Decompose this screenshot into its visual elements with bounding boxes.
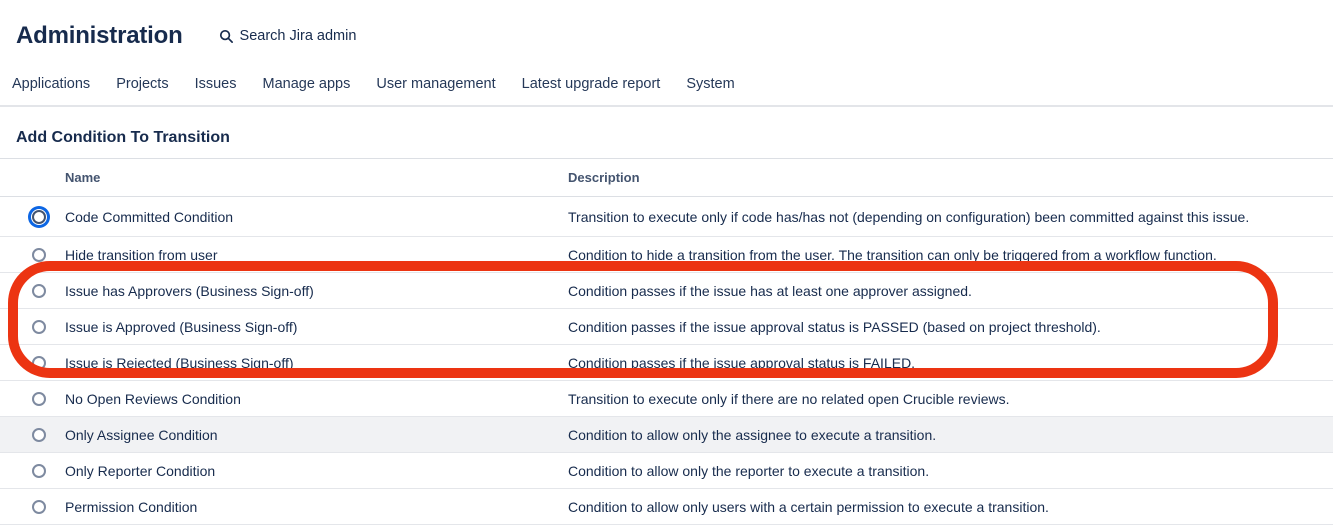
table-row[interactable]: No Open Reviews Condition Transition to … (0, 381, 1333, 417)
nav-item-latest-upgrade-report[interactable]: Latest upgrade report (522, 76, 661, 92)
condition-description: Condition passes if the issue approval s… (568, 318, 1101, 335)
condition-radio-button[interactable] (32, 427, 46, 442)
radio-cell (0, 427, 65, 442)
conditions-table-body: Code Committed Condition Transition to e… (0, 197, 1333, 525)
radio-cell (0, 247, 65, 262)
condition-description: Condition to allow only users with a cer… (568, 498, 1049, 515)
table-row[interactable]: Issue is Approved (Business Sign-off) Co… (0, 309, 1333, 345)
radio-cell (0, 355, 65, 370)
nav-item-issues[interactable]: Issues (195, 76, 237, 92)
condition-description: Condition passes if the issue has at lea… (568, 282, 972, 299)
table-row[interactable]: Hide transition from user Condition to h… (0, 237, 1333, 273)
condition-name: No Open Reviews Condition (65, 390, 241, 407)
table-row[interactable]: Issue is Rejected (Business Sign-off) Co… (0, 345, 1333, 381)
condition-name: Issue is Approved (Business Sign-off) (65, 318, 298, 335)
nav-item-user-management[interactable]: User management (376, 76, 495, 92)
nav-item-projects[interactable]: Projects (116, 76, 168, 92)
condition-description: Condition passes if the issue approval s… (568, 354, 916, 371)
page-title: Administration (16, 22, 183, 49)
condition-radio-button[interactable] (32, 355, 46, 370)
column-header-description: Description (568, 170, 640, 185)
condition-description: Condition to allow only the assignee to … (568, 426, 937, 443)
condition-name: Hide transition from user (65, 246, 218, 263)
condition-radio-button[interactable] (32, 391, 46, 406)
table-row[interactable]: Code Committed Condition Transition to e… (0, 197, 1333, 237)
nav-item-manage-apps[interactable]: Manage apps (263, 76, 351, 92)
radio-cell (0, 391, 65, 406)
condition-description: Transition to execute only if there are … (568, 390, 1010, 407)
condition-name: Permission Condition (65, 498, 198, 515)
condition-radio-button[interactable] (32, 319, 46, 334)
radio-cell (0, 209, 65, 224)
condition-radio-button[interactable] (32, 247, 46, 262)
admin-header: Administration Search Jira admin (0, 0, 1333, 50)
conditions-table: Name Description Code Committed Conditio… (0, 159, 1333, 525)
section-title: Add Condition To Transition (0, 107, 1333, 159)
admin-nav: Applications Projects Issues Manage apps… (0, 50, 1333, 107)
condition-name: Code Committed Condition (65, 208, 234, 225)
search-label: Search Jira admin (239, 28, 357, 44)
radio-cell (0, 499, 65, 514)
condition-radio-button[interactable] (32, 283, 46, 298)
table-row[interactable]: Only Assignee Condition Condition to all… (0, 417, 1333, 453)
search-icon (219, 29, 234, 44)
condition-description: Condition to allow only the reporter to … (568, 462, 930, 479)
condition-radio-button[interactable] (32, 209, 46, 224)
condition-radio-button[interactable] (32, 499, 46, 514)
condition-name: Only Reporter Condition (65, 462, 216, 479)
condition-name: Issue has Approvers (Business Sign-off) (65, 282, 314, 299)
column-header-name: Name (65, 170, 101, 185)
condition-radio-button[interactable] (32, 463, 46, 478)
radio-cell (0, 463, 65, 478)
radio-cell (0, 319, 65, 334)
table-row[interactable]: Only Reporter Condition Condition to all… (0, 453, 1333, 489)
nav-item-system[interactable]: System (686, 76, 734, 92)
table-header-row: Name Description (0, 159, 1333, 197)
condition-name: Only Assignee Condition (65, 426, 218, 443)
table-row[interactable]: Permission Condition Condition to allow … (0, 489, 1333, 525)
nav-item-applications[interactable]: Applications (12, 76, 90, 92)
radio-cell (0, 283, 65, 298)
condition-description: Transition to execute only if code has/h… (568, 208, 1250, 225)
condition-description: Condition to hide a transition from the … (568, 246, 1217, 263)
table-row[interactable]: Issue has Approvers (Business Sign-off) … (0, 273, 1333, 309)
condition-name: Issue is Rejected (Business Sign-off) (65, 354, 294, 371)
search-jira-admin[interactable]: Search Jira admin (219, 28, 357, 44)
